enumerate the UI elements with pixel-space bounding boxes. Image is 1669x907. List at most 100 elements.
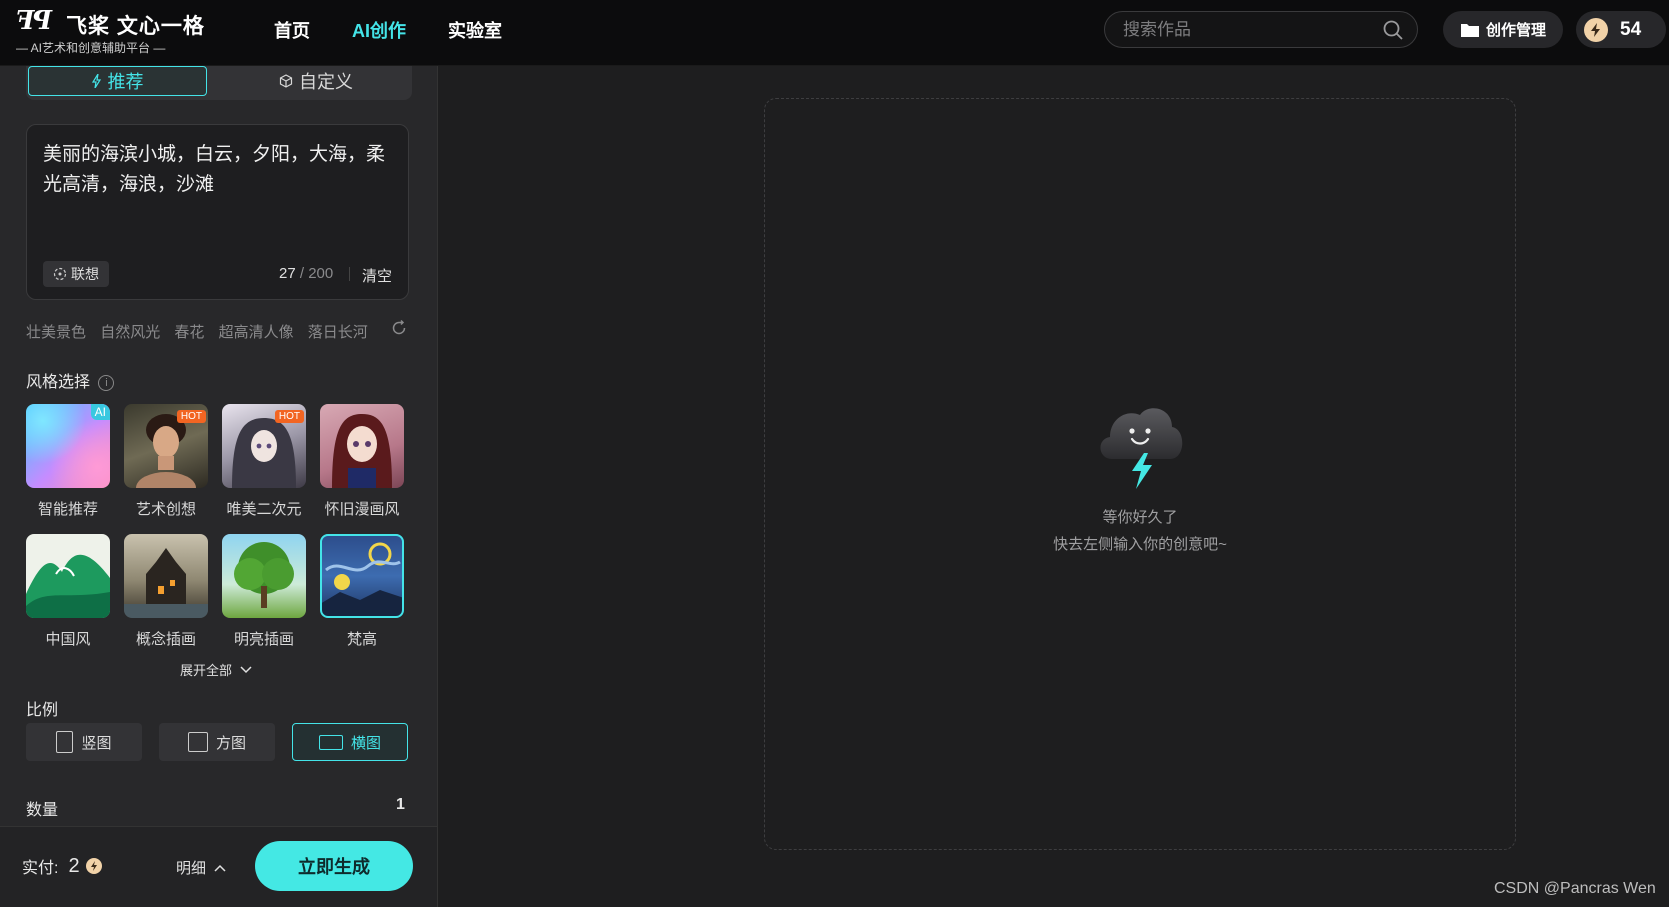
empty-subtitle: 快去左侧输入你的创意吧~: [1053, 536, 1227, 553]
style-thumb: [320, 404, 404, 488]
style-section-title: 风格选择 i: [26, 368, 115, 392]
style-thumb: [124, 534, 208, 618]
char-count-max: / 200: [299, 265, 334, 282]
quantity-title: 数量: [26, 802, 59, 819]
lightning-icon: [91, 74, 101, 88]
folder-icon: [1460, 23, 1479, 37]
tab-recommend[interactable]: 推荐: [28, 66, 207, 96]
castle-illustration: [124, 548, 208, 618]
search-input[interactable]: [1123, 20, 1363, 40]
associate-label: 联想: [71, 266, 99, 282]
manage-label: 创作管理: [1485, 22, 1546, 39]
style-bright[interactable]: 明亮插画: [222, 534, 306, 649]
associate-icon: [53, 267, 67, 281]
style-thumb: HOT: [222, 404, 306, 488]
ratio-portrait-button[interactable]: 竖图: [26, 723, 142, 761]
associate-button[interactable]: 联想: [43, 261, 109, 287]
style-thumb: AI: [26, 404, 110, 488]
logo-mark: ꟻꟼ: [16, 6, 52, 36]
expand-all-button[interactable]: 展开全部: [180, 660, 252, 679]
mode-tabs: 推荐 自定义: [26, 66, 412, 100]
top-bar: ꟻꟼ 飞桨 文心一格 — AI艺术和创意辅助平台 — 首页 AI创作 实验室 创…: [0, 0, 1669, 66]
char-counter: 27 / 200: [279, 265, 333, 282]
ratio-label: 横图: [350, 734, 381, 752]
square-shape-icon: [187, 732, 208, 752]
detail-toggle[interactable]: 明细: [176, 857, 226, 878]
info-icon[interactable]: i: [98, 375, 115, 391]
tab-recommend-label: 推荐: [107, 72, 144, 92]
logo[interactable]: ꟻꟼ 飞桨 文心一格 — AI艺术和创意辅助平台 —: [16, 6, 204, 58]
search-icon[interactable]: [1383, 20, 1403, 40]
tab-custom-label: 自定义: [299, 72, 353, 92]
char-count-current: 27: [279, 265, 296, 282]
style-anime[interactable]: HOT 唯美二次元: [222, 404, 306, 519]
ratio-section-title: 比例: [26, 702, 59, 719]
quantity-value[interactable]: 1: [396, 796, 405, 814]
refresh-icon[interactable]: [390, 319, 408, 337]
prompt-box[interactable]: 美丽的海滨小城，白云，夕阳，大海，柔光高清，海浪，沙滩 联想 27 / 200 …: [26, 124, 409, 300]
style-concept[interactable]: 概念插画: [124, 534, 208, 649]
style-label: 智能推荐: [37, 501, 98, 518]
tag-item[interactable]: 超高清人像: [219, 324, 294, 341]
lightning-coin-icon: [85, 858, 102, 874]
pay-summary: 实付: 2: [22, 854, 102, 878]
ratio-square-button[interactable]: 方图: [159, 723, 275, 761]
prompt-input[interactable]: 美丽的海滨小城，白云，夕阳，大海，柔光高清，海浪，沙滩: [43, 139, 393, 199]
tag-item[interactable]: 春花: [174, 324, 204, 341]
landscape-shape-icon: [318, 734, 343, 750]
pay-value: 2: [68, 854, 80, 877]
empty-state: 等你好久了 快去左侧输入你的创意吧~: [765, 397, 1515, 554]
tag-item[interactable]: 壮美景色: [26, 324, 86, 341]
watermark: CSDN @Pancras Wen: [1494, 880, 1656, 897]
ratio-label: 竖图: [81, 734, 112, 752]
landscape-illustration: [26, 554, 110, 618]
cloud-lightning-icon: [1100, 408, 1183, 489]
style-thumb: [222, 534, 306, 618]
tag-item[interactable]: 自然风光: [100, 324, 160, 341]
tree-illustration: [234, 542, 294, 608]
style-art[interactable]: HOT 艺术创想: [124, 404, 208, 519]
generate-button[interactable]: 立即生成: [255, 841, 413, 891]
nav-home[interactable]: 首页: [274, 17, 310, 43]
style-label: 概念插画: [135, 631, 196, 648]
result-canvas: 等你好久了 快去左侧输入你的创意吧~: [764, 98, 1516, 850]
tab-custom[interactable]: 自定义: [226, 66, 406, 96]
style-thumb: [26, 534, 110, 618]
lightning-coin-icon: [1584, 17, 1608, 42]
hot-badge: HOT: [176, 410, 206, 423]
left-panel: 推荐 自定义 美丽的海滨小城，白云，夕阳，大海，柔光高清，海浪，沙滩 联想 27…: [0, 66, 438, 907]
manage-button[interactable]: 创作管理: [1443, 11, 1563, 48]
pay-label: 实付:: [22, 860, 59, 877]
style-chinese[interactable]: 中国风: [26, 534, 110, 649]
clear-button[interactable]: 清空: [362, 265, 392, 286]
divider: [349, 267, 350, 281]
nav-lab[interactable]: 实验室: [448, 17, 502, 43]
style-thumb: HOT: [124, 404, 208, 488]
nav-ai-create[interactable]: AI创作: [352, 17, 406, 43]
ratio-landscape-button[interactable]: 横图: [292, 723, 408, 761]
logo-name: 飞桨 文心一格: [66, 15, 205, 38]
points-badge[interactable]: 54: [1576, 11, 1666, 48]
logo-subtitle: — AI艺术和创意辅助平台 —: [16, 41, 166, 55]
ai-badge: AI: [90, 404, 110, 420]
style-label: 艺术创想: [135, 501, 196, 518]
suggestion-tags: 壮美景色 自然风光 春花 超高清人像 落日长河: [26, 321, 378, 342]
ratio-label: 方图: [215, 734, 246, 752]
points-value: 54: [1620, 18, 1642, 40]
chevron-up-icon: [214, 864, 226, 872]
style-label: 明亮插画: [233, 631, 294, 648]
detail-label: 明细: [176, 860, 207, 877]
style-label: 梵高: [346, 631, 377, 648]
portrait-shape-icon: [56, 731, 74, 753]
style-label: 怀旧漫画风: [324, 501, 400, 518]
tag-item[interactable]: 落日长河: [308, 324, 368, 341]
search-bar: [1104, 11, 1418, 48]
style-thumb: [320, 534, 404, 618]
style-smart[interactable]: AI 智能推荐: [26, 404, 110, 519]
style-title-text: 风格选择: [26, 374, 91, 391]
style-label: 中国风: [45, 631, 91, 648]
style-retro-comic[interactable]: 怀旧漫画风: [320, 404, 404, 519]
bottom-bar: 实付: 2 明细 立即生成: [0, 826, 437, 907]
style-van-gogh[interactable]: 梵高: [320, 534, 404, 649]
hot-badge: HOT: [274, 410, 304, 423]
